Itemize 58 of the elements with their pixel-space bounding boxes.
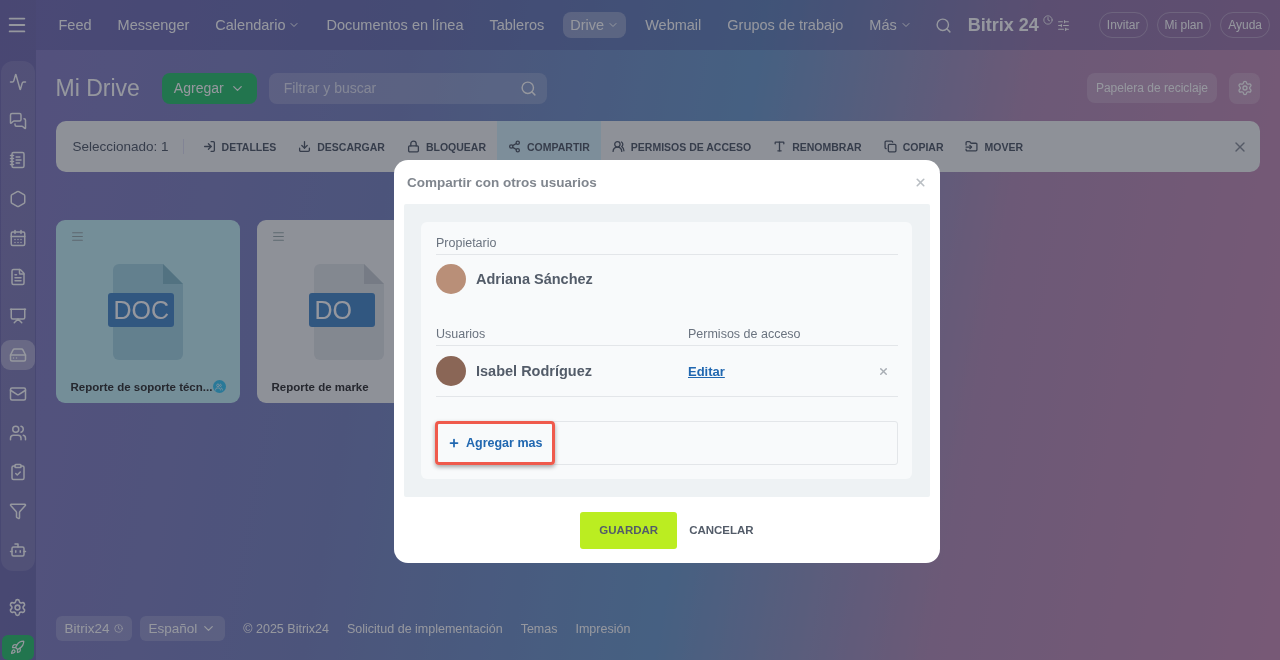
folder-icon [965, 140, 979, 153]
cancel-button[interactable]: CANCELAR [689, 511, 754, 549]
copy-icon [883, 140, 897, 153]
menu-icon [271, 230, 285, 243]
owner-name: Adriana Sánchez [476, 271, 593, 287]
sliders-icon[interactable] [1056, 18, 1070, 32]
permission-link[interactable]: Editar [688, 364, 725, 379]
search-icon[interactable] [934, 16, 952, 34]
lock-icon [406, 140, 420, 153]
rocket-icon [10, 639, 26, 655]
user-name: Isabel Rodríguez [476, 363, 593, 379]
avatar [436, 264, 466, 294]
save-button[interactable]: GUARDAR [580, 511, 678, 549]
logo: Bitrix 24 [967, 14, 1039, 36]
clock-icon [1042, 15, 1053, 25]
page-title: Mi Drive [55, 74, 140, 102]
nav-tab[interactable]: Feed [51, 12, 99, 38]
avatar [436, 356, 466, 386]
clock-icon [113, 624, 123, 633]
users-icon [611, 140, 625, 153]
nav-tab[interactable]: Más [862, 12, 919, 38]
toolbar-action[interactable]: BLOQUEAR [395, 121, 497, 172]
settings-icon [1236, 80, 1253, 96]
text-icon [773, 140, 787, 153]
toolbar-action[interactable]: DETALLES [191, 121, 288, 172]
download-icon [298, 140, 312, 153]
file-card[interactable]: DOC Reporte de soporte técn... [55, 220, 240, 403]
permissions-label: Permisos de acceso [688, 327, 802, 341]
footer-link[interactable]: Solicitud de implementación [347, 621, 503, 636]
toolbar-action[interactable]: PERMISOS DE ACCESO [600, 121, 763, 172]
plus-icon [448, 437, 460, 449]
file-name: Reporte de marke [271, 381, 369, 393]
add-button[interactable]: Agregar [161, 72, 257, 104]
nav-tab[interactable]: Grupos de trabajo [720, 12, 851, 38]
copyright-text: © 2025 Bitrix24 [243, 621, 329, 636]
add-users-field[interactable]: Agregar mas [436, 421, 898, 465]
footer-link[interactable]: Impresión [575, 621, 631, 636]
nav-tab[interactable]: Tableros [482, 12, 552, 38]
footer-link[interactable]: Temas [520, 621, 558, 636]
nav-tab[interactable]: Webmail [638, 12, 709, 38]
file-name: Reporte de soporte técn... [70, 380, 213, 393]
dialog-title: Compartir con otros usuarios [407, 174, 597, 190]
file-type-label: DOC [107, 293, 174, 327]
close-icon[interactable] [914, 175, 927, 189]
toolbar-action[interactable]: MOVER [954, 121, 1034, 172]
search-icon [519, 79, 537, 97]
rocket-button[interactable] [1, 634, 34, 660]
toolbar-action[interactable]: DESCARGAR [287, 121, 396, 172]
nav-tab[interactable]: Messenger [110, 12, 197, 38]
exit-icon [202, 140, 216, 153]
share-icon [508, 140, 521, 153]
nav-tab[interactable]: Calendario [208, 12, 308, 38]
menu-icon [70, 230, 84, 243]
nav-tab[interactable]: Documentos en línea [319, 12, 471, 38]
toolbar-action[interactable]: COPIAR [872, 121, 955, 172]
add-more-button[interactable]: Agregar mas [435, 421, 556, 465]
file-type-label: DO [308, 293, 375, 327]
selected-count: Seleccionado: 1 [72, 139, 184, 154]
